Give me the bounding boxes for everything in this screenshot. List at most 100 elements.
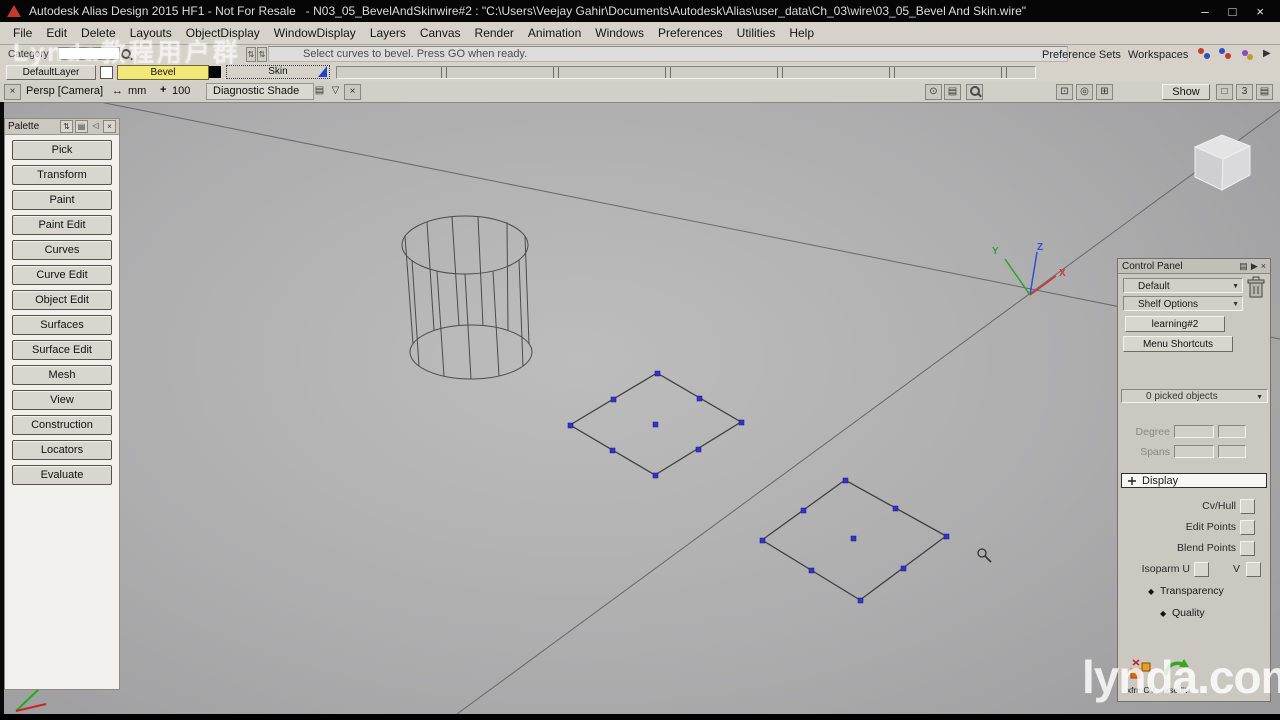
palette-item-transform[interactable]: Transform [12, 165, 112, 185]
menu-help[interactable]: Help [782, 26, 821, 40]
layer-strip[interactable] [336, 66, 1036, 79]
frame-bounds-icon[interactable]: □ [1216, 84, 1233, 100]
palette-collapse-icon[interactable]: ◁ [90, 120, 101, 131]
maximize-icon[interactable]: □ [1229, 4, 1237, 19]
palette-item-paint-edit[interactable]: Paint Edit [12, 215, 112, 235]
palette-item-surface-edit[interactable]: Surface Edit [12, 340, 112, 360]
menu-preferences[interactable]: Preferences [651, 26, 730, 40]
display-section-header[interactable]: Display [1121, 473, 1267, 488]
control-panel-title: Control Panel [1122, 260, 1183, 272]
transparency-label[interactable]: Transparency [1160, 585, 1224, 597]
palette-item-paint[interactable]: Paint [12, 190, 112, 210]
blend-points-label: Blend Points [1177, 542, 1236, 554]
expand-right-icon[interactable]: ▶ [1263, 48, 1271, 59]
close-icon[interactable]: × [1256, 4, 1264, 19]
shelf-tab-learning[interactable]: learning#2 [1125, 316, 1225, 332]
palette-item-construction[interactable]: Construction [12, 415, 112, 435]
pan-grid-icon[interactable]: ⊞ [1096, 84, 1113, 100]
menu-animation[interactable]: Animation [521, 26, 588, 40]
shade-close-icon[interactable]: × [344, 84, 361, 100]
origin-axis-triad: Z X Y [992, 242, 1066, 296]
workspaces-button[interactable]: Workspaces [1128, 49, 1188, 61]
cp-list-icon[interactable]: ▤ [1239, 261, 1248, 272]
frame-number-box[interactable]: 3 [1236, 84, 1253, 100]
isoparm-v-checkbox[interactable] [1246, 562, 1261, 577]
palette-item-curves[interactable]: Curves [12, 240, 112, 260]
shelf-select-dropdown[interactable]: Default ▼ [1123, 278, 1243, 293]
palette-item-curve-edit[interactable]: Curve Edit [12, 265, 112, 285]
diagnostic-shade-tab[interactable]: Diagnostic Shade [206, 83, 314, 100]
spans-field-2[interactable] [1218, 445, 1246, 458]
camera-label[interactable]: Persp [Camera] [26, 85, 103, 97]
square-curve-2[interactable] [759, 477, 950, 604]
crosshair-icon[interactable]: + [160, 84, 166, 96]
trash-icon[interactable] [1247, 276, 1265, 305]
view-cube[interactable] [1193, 134, 1252, 191]
marking-menu-icon[interactable] [1198, 47, 1212, 61]
viewport-scene: Z X Y [15, 102, 1280, 714]
quality-label[interactable]: Quality [1172, 607, 1205, 619]
viewport-canvas[interactable]: Z X Y [4, 102, 1280, 714]
transparency-expand-icon[interactable]: ◆ [1148, 587, 1154, 596]
palette-list-icon[interactable]: ▤ [75, 120, 88, 133]
picked-objects-bar[interactable]: 0 picked objects ▼ [1121, 389, 1268, 403]
cp-expand-icon[interactable]: ▶ [1251, 261, 1258, 272]
fit-view-icon[interactable]: ⊡ [1056, 84, 1073, 100]
palette-item-pick[interactable]: Pick [12, 140, 112, 160]
isoparm-u-checkbox[interactable] [1194, 562, 1209, 577]
palette-item-evaluate[interactable]: Evaluate [12, 465, 112, 485]
show-button[interactable]: Show [1162, 84, 1210, 100]
cursor-icon [977, 548, 992, 563]
menu-windows[interactable]: Windows [588, 26, 651, 40]
zoom-value: 100 [172, 85, 191, 97]
spans-field-1[interactable] [1174, 445, 1214, 458]
degree-field-1[interactable] [1174, 425, 1214, 438]
prompt-history-icon[interactable]: ⇅ [246, 47, 256, 62]
orbit-icon[interactable]: ◎ [1076, 84, 1093, 100]
menu-utilities[interactable]: Utilities [730, 26, 783, 40]
cv-hull-checkbox[interactable] [1240, 499, 1255, 514]
palette-item-object-edit[interactable]: Object Edit [12, 290, 112, 310]
edit-points-label: Edit Points [1185, 521, 1236, 533]
palette-swap-icon[interactable]: ⇅ [60, 120, 73, 133]
resize-icon[interactable]: ↔ [112, 85, 123, 97]
degree-field-2[interactable] [1218, 425, 1246, 438]
shade-dropdown-icon[interactable]: ▽ [328, 84, 343, 98]
menu-render[interactable]: Render [468, 26, 521, 40]
snapshot-icon[interactable]: ▤ [944, 84, 961, 100]
cp-close-icon[interactable]: × [1261, 261, 1266, 272]
palette-item-locators[interactable]: Locators [12, 440, 112, 460]
letterbox-bottom [0, 714, 1280, 720]
shelf-toggle-icon[interactable] [1240, 47, 1254, 61]
zoom-tool-icon[interactable] [966, 84, 983, 100]
minimize-icon[interactable]: – [1201, 4, 1208, 19]
menu-canvas[interactable]: Canvas [413, 26, 468, 40]
edit-points-checkbox[interactable] [1240, 520, 1255, 535]
shade-list-icon[interactable]: ▤ [312, 84, 327, 98]
menu-windowdisplay[interactable]: WindowDisplay [267, 26, 363, 40]
palette-item-view[interactable]: View [12, 390, 112, 410]
palette-item-surfaces[interactable]: Surfaces [12, 315, 112, 335]
layers-stack-icon[interactable]: ▤ [1256, 84, 1273, 100]
blend-points-checkbox[interactable] [1240, 541, 1255, 556]
palette-item-mesh[interactable]: Mesh [12, 365, 112, 385]
skin-layer-button[interactable]: Skin [226, 65, 330, 79]
square-curve-1[interactable] [567, 370, 745, 479]
spans-label: Spans [1140, 446, 1170, 458]
menu-shortcuts-button[interactable]: Menu Shortcuts [1123, 336, 1233, 352]
preference-sets-button[interactable]: Preference Sets [1042, 49, 1121, 61]
title-bar: Autodesk Alias Design 2015 HF1 - Not For… [0, 0, 1280, 22]
viewport-close-icon[interactable]: × [4, 84, 21, 100]
axis-z-label: Z [1037, 242, 1043, 253]
prompt-options-icon[interactable]: ⇅ [257, 47, 267, 62]
menu-layers[interactable]: Layers [363, 26, 413, 40]
quality-expand-icon[interactable]: ◆ [1160, 609, 1166, 618]
lynda-watermark: lynda.com [1082, 651, 1280, 703]
camera-view-icon[interactable]: ⊙ [925, 84, 942, 100]
axis-y-label: Y [992, 246, 999, 257]
shelf-options-dropdown[interactable]: Shelf Options ▼ [1123, 296, 1243, 311]
palette-close-icon[interactable]: × [103, 120, 116, 133]
letterbox-left [0, 102, 4, 714]
hotkeys-icon[interactable] [1219, 47, 1233, 61]
cylinder-wireframe[interactable] [401, 215, 533, 380]
